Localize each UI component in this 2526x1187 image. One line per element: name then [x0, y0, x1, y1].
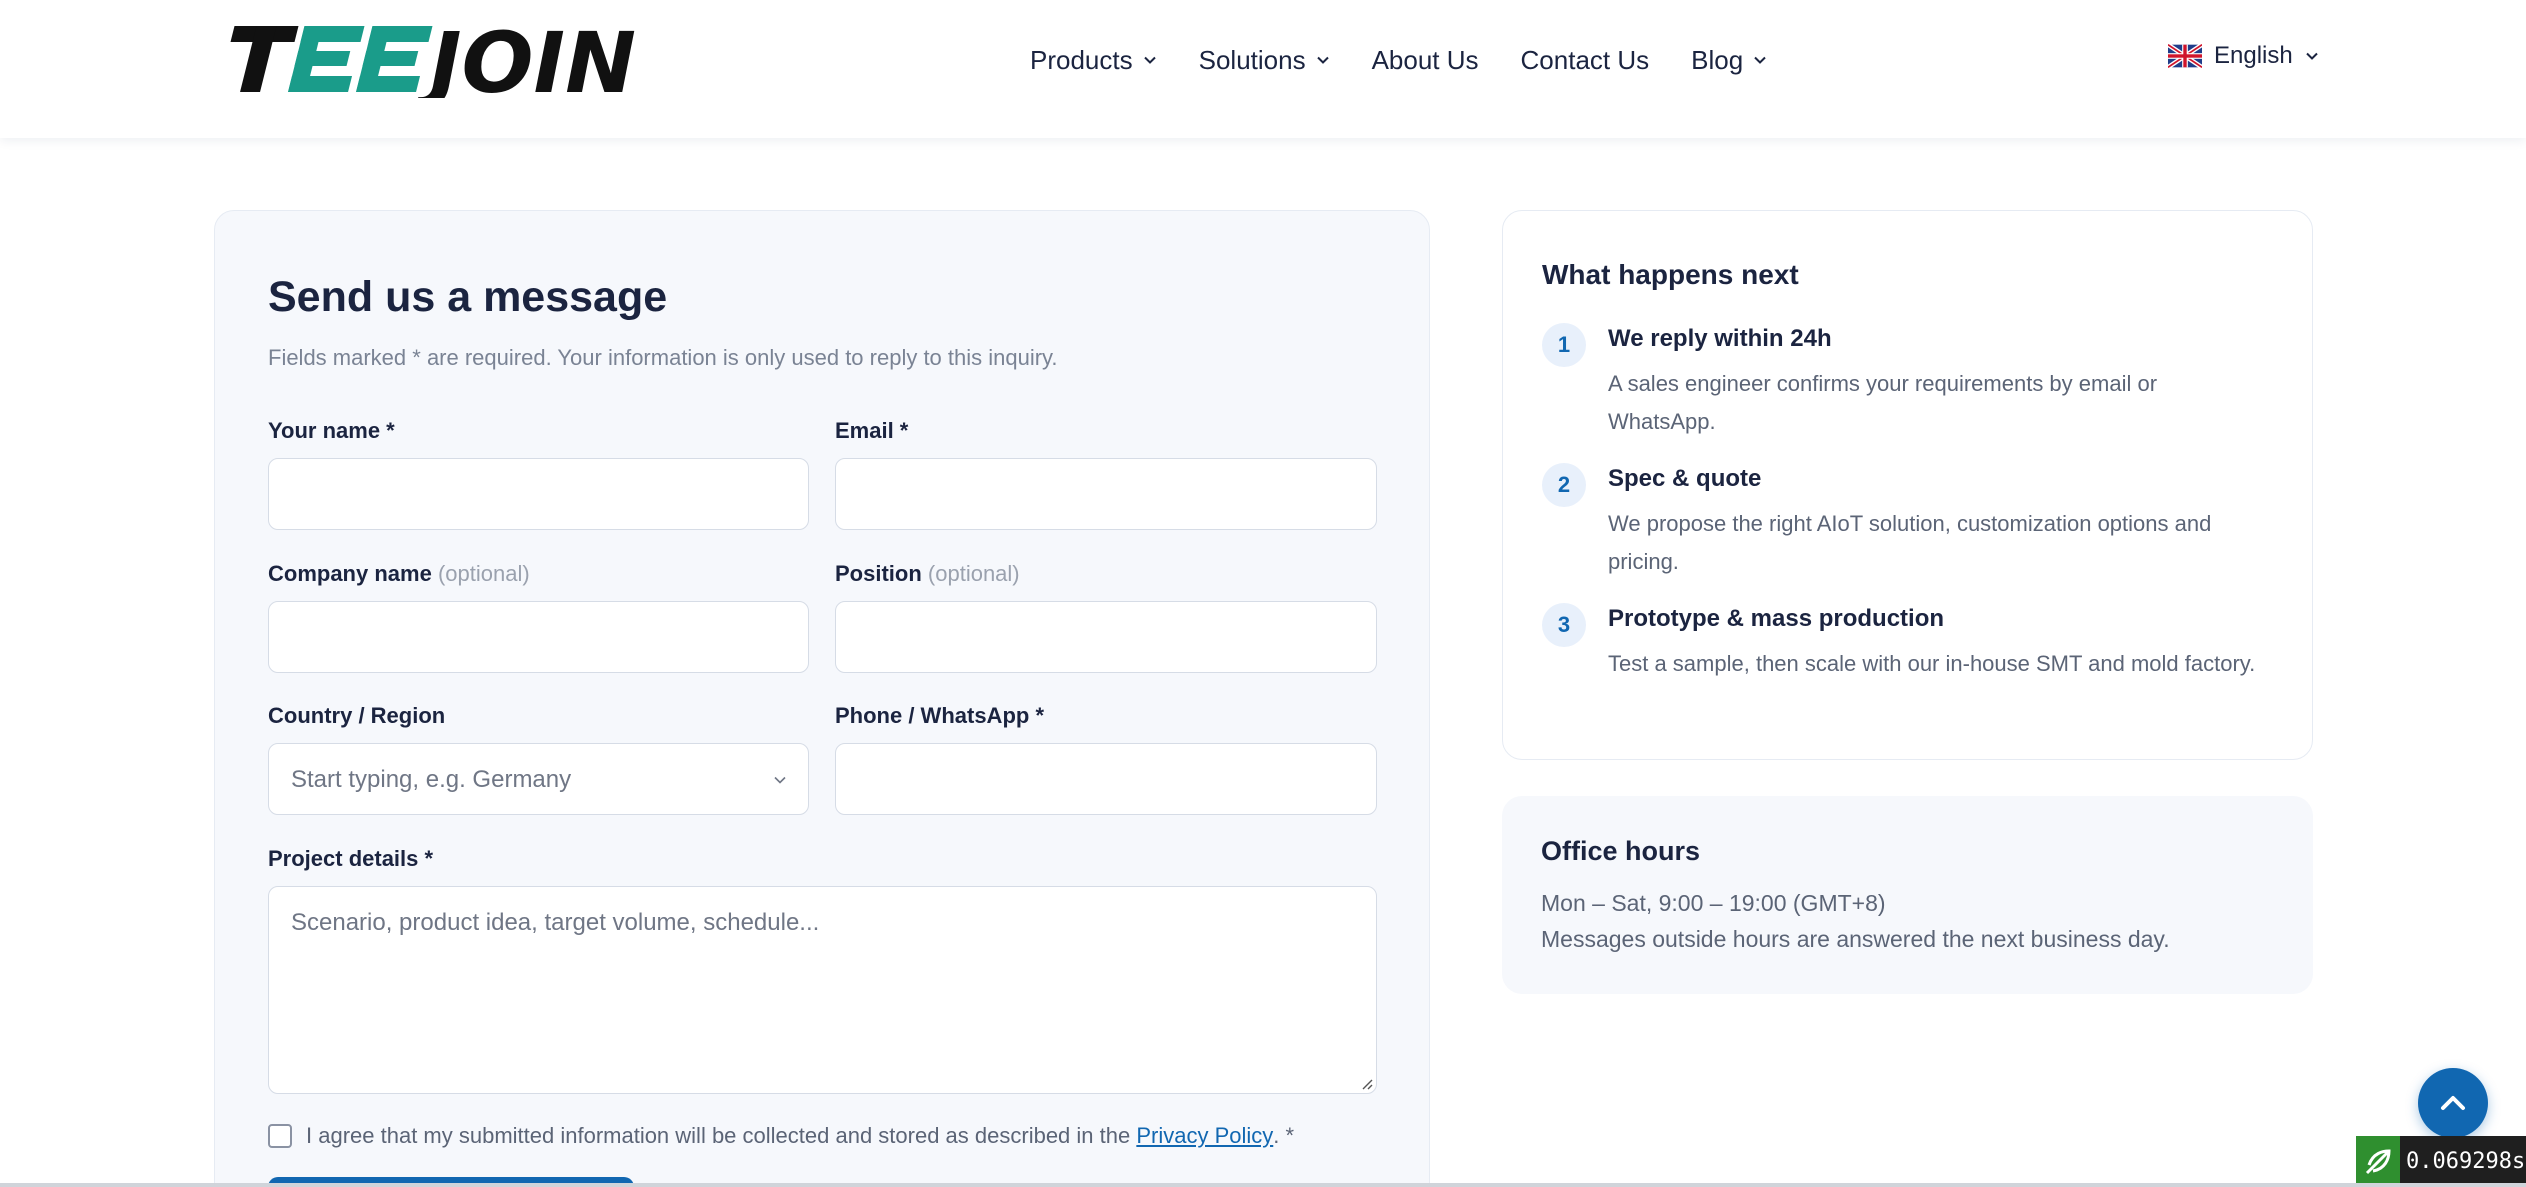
privacy-consent-suffix: . *: [1273, 1123, 1295, 1148]
position-input[interactable]: [835, 601, 1377, 673]
project-textarea[interactable]: Scenario, product idea, target volume, s…: [268, 886, 1377, 1094]
position-optional-note: (optional): [927, 561, 1020, 586]
svg-text:JOIN: JOIN: [416, 20, 636, 98]
form-subtitle: Fields marked * are required. Your infor…: [268, 345, 1058, 370]
chevron-down-icon: [1754, 56, 1766, 64]
step-description: A sales engineer confirms your requireme…: [1608, 371, 2158, 434]
email-label: Email *: [835, 418, 908, 444]
company-label-text: Company name: [268, 561, 432, 586]
performance-time: 0.069298s: [2406, 1149, 2526, 1174]
next-steps-card: What happens next 1 We reply within 24h …: [1502, 210, 2313, 760]
leaf-icon: [2356, 1136, 2400, 1187]
contact-form-card: Send us a message Fields marked * are re…: [214, 210, 1430, 1187]
uk-flag-icon: [2168, 43, 2202, 69]
step-number: 1: [1542, 323, 1586, 367]
nav-solutions[interactable]: Solutions: [1199, 45, 1330, 76]
teejoin-logo[interactable]: JOIN: [218, 20, 644, 98]
name-label-text: Your name *: [268, 418, 395, 443]
back-to-top-button[interactable]: [2418, 1068, 2488, 1138]
company-input[interactable]: [268, 601, 809, 673]
project-label-text: Project details *: [268, 846, 434, 871]
nav-blog[interactable]: Blog: [1691, 45, 1767, 76]
performance-badge: 0.069298s: [2356, 1136, 2526, 1187]
nav-blog-label: Blog: [1691, 44, 1744, 75]
email-input[interactable]: [835, 458, 1377, 530]
project-label: Project details *: [268, 846, 433, 872]
step-title: Prototype & mass production: [1608, 605, 1945, 632]
step-number: 3: [1542, 603, 1586, 647]
nav-about-us-label: About Us: [1371, 44, 1479, 75]
main-nav: Products Solutions About Us Contact Us B…: [1030, 40, 1809, 80]
nav-products[interactable]: Products: [1030, 45, 1157, 76]
country-placeholder: Start typing, e.g. Germany: [291, 766, 572, 793]
site-header: JOIN Products Solutions About Us Contact…: [0, 0, 2526, 138]
privacy-consent-checkbox[interactable]: [268, 1124, 292, 1148]
office-hours-schedule: Mon – Sat, 9:00 – 19:00 (GMT+8): [1541, 890, 1886, 916]
nav-contact-us-label: Contact Us: [1520, 44, 1650, 75]
office-hours-note: Messages outside hours are answered the …: [1541, 926, 2170, 952]
country-label-text: Country / Region: [268, 703, 446, 728]
nav-products-label: Products: [1030, 44, 1133, 75]
chevron-down-icon: [1316, 56, 1329, 64]
chevron-down-icon: [2306, 52, 2318, 60]
language-label: English: [2214, 42, 2293, 69]
privacy-policy-link[interactable]: Privacy Policy: [1136, 1123, 1273, 1149]
email-label-text: Email *: [835, 418, 909, 443]
step-title: Spec & quote: [1608, 465, 1762, 492]
phone-label: Phone / WhatsApp *: [835, 703, 1044, 729]
language-selector[interactable]: English: [2168, 42, 2319, 70]
step-description: We propose the right AIoT solution, cust…: [1608, 511, 2212, 574]
company-optional-note: (optional): [437, 561, 530, 586]
step-title: We reply within 24h: [1608, 325, 1832, 352]
nav-solutions-label: Solutions: [1198, 44, 1306, 75]
privacy-consent: I agree that my submitted information wi…: [268, 1123, 1294, 1149]
position-label-text: Position: [835, 561, 922, 586]
company-label: Company name (optional): [268, 561, 530, 587]
privacy-consent-text: I agree that my submitted information wi…: [306, 1123, 1131, 1148]
name-label: Your name *: [268, 418, 395, 444]
country-select[interactable]: Start typing, e.g. Germany: [268, 743, 809, 815]
step-description: Test a sample, then scale with our in-ho…: [1608, 651, 2256, 676]
nav-contact-us[interactable]: Contact Us: [1521, 45, 1650, 76]
chevron-down-icon: [1143, 56, 1156, 64]
office-hours-card: Office hours Mon – Sat, 9:00 – 19:00 (GM…: [1502, 796, 2313, 994]
office-hours-title: Office hours: [1541, 836, 1701, 866]
chevron-down-icon: [774, 776, 786, 784]
position-label: Position (optional): [835, 561, 1020, 587]
page-bottom-edge: [0, 1183, 2526, 1187]
country-label: Country / Region: [268, 703, 445, 729]
phone-label-text: Phone / WhatsApp *: [835, 703, 1044, 728]
resize-grip-icon[interactable]: [1359, 1076, 1373, 1090]
step-number: 2: [1542, 463, 1586, 507]
nav-about-us[interactable]: About Us: [1372, 45, 1479, 76]
phone-input[interactable]: [835, 743, 1377, 815]
chevron-up-icon: [2441, 1096, 2465, 1110]
form-title: Send us a message: [268, 273, 668, 321]
next-steps-title: What happens next: [1542, 259, 1799, 290]
name-input[interactable]: [268, 458, 809, 530]
project-placeholder: Scenario, product idea, target volume, s…: [291, 909, 820, 936]
